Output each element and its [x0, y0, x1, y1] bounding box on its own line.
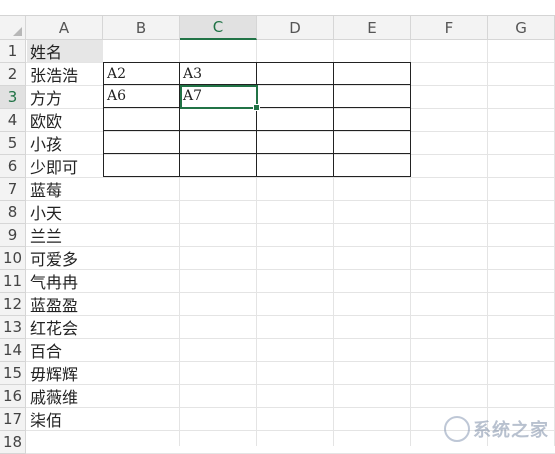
- fill-handle[interactable]: [253, 104, 260, 111]
- column-header-a[interactable]: A: [26, 16, 103, 40]
- cell-a3[interactable]: 方方: [27, 86, 62, 108]
- spreadsheet: ABCDEFG 1 2 3 4 5 6 7 8 9 10 11 12 13 14 15 16 17 18 姓名 张浩…: [0, 0, 555, 454]
- column-header-e[interactable]: E: [334, 16, 411, 40]
- column-header-d[interactable]: D: [257, 16, 334, 40]
- cell-d2[interactable]: [257, 62, 334, 85]
- gridline-horizontal: [26, 292, 555, 293]
- row-header-8[interactable]: 8: [0, 201, 26, 224]
- cell-c6[interactable]: [180, 154, 257, 177]
- gridline-horizontal: [26, 407, 555, 408]
- row-header-4[interactable]: 4: [0, 109, 26, 132]
- cell-a12[interactable]: 蓝盈盈: [27, 293, 78, 315]
- cell-b5[interactable]: [103, 131, 180, 154]
- cell-c5[interactable]: [180, 131, 257, 154]
- row-header-14[interactable]: 14: [0, 339, 26, 362]
- cell-a8[interactable]: 小天: [27, 201, 62, 223]
- row-header-11[interactable]: 11: [0, 270, 26, 293]
- cell-e5[interactable]: [334, 131, 411, 154]
- cell-a4[interactable]: 欧欧: [27, 109, 62, 131]
- row-header-5[interactable]: 5: [0, 132, 26, 155]
- cell-a5[interactable]: 小孩: [27, 132, 62, 154]
- row-header-1[interactable]: 1: [0, 40, 26, 63]
- cell-a14[interactable]: 百合: [27, 339, 62, 361]
- cell-a15[interactable]: 毋辉辉: [27, 362, 78, 384]
- cell-d6[interactable]: [257, 154, 334, 177]
- cell-a13[interactable]: 红花会: [27, 316, 78, 338]
- row-header-9[interactable]: 9: [0, 224, 26, 247]
- row-header-12[interactable]: 12: [0, 293, 26, 316]
- cell-b4[interactable]: [103, 108, 180, 131]
- cell-a9[interactable]: 兰兰: [27, 224, 62, 246]
- cell-a2[interactable]: 张浩浩: [27, 63, 78, 85]
- column-header-f[interactable]: F: [411, 16, 488, 40]
- cell-a11[interactable]: 气冉冉: [27, 270, 78, 292]
- gridline-horizontal: [26, 269, 555, 270]
- cell-a7[interactable]: 蓝莓: [27, 178, 62, 200]
- row-header-3[interactable]: 3: [0, 86, 26, 109]
- gridline-horizontal: [26, 177, 555, 178]
- cell-e4[interactable]: [334, 108, 411, 131]
- select-all-icon: [13, 27, 22, 36]
- row-header-10[interactable]: 10: [0, 247, 26, 270]
- cell-d3[interactable]: [257, 85, 334, 108]
- row-header-6[interactable]: 6: [0, 155, 26, 178]
- column-header-b[interactable]: B: [103, 16, 180, 40]
- row-header-17[interactable]: 17: [0, 408, 26, 431]
- cell-a17[interactable]: 柒佰: [27, 408, 62, 430]
- gridline-vertical: [487, 40, 488, 446]
- cell-e6[interactable]: [334, 154, 411, 177]
- cell-b3[interactable]: A6: [103, 85, 180, 108]
- cell-b6[interactable]: [103, 154, 180, 177]
- cell-e2[interactable]: [334, 62, 411, 85]
- selected-cell-c3[interactable]: [180, 85, 260, 111]
- column-header-c[interactable]: C: [180, 16, 257, 40]
- select-all-button[interactable]: [0, 16, 26, 40]
- watermark-logo-icon: [444, 416, 470, 442]
- gridline-horizontal: [26, 361, 555, 362]
- bordered-table: A2 A3 A6 A7: [103, 62, 411, 177]
- watermark: 系统之家: [444, 416, 549, 442]
- cell-a10[interactable]: 可爱多: [27, 247, 78, 269]
- row-header-13[interactable]: 13: [0, 316, 26, 339]
- row-header-16[interactable]: 16: [0, 385, 26, 408]
- gridline-horizontal: [26, 384, 555, 385]
- watermark-text: 系统之家: [473, 420, 549, 441]
- row-header-2[interactable]: 2: [0, 63, 26, 86]
- gridline-horizontal: [26, 200, 555, 201]
- gridline-horizontal: [26, 223, 555, 224]
- cell-a16[interactable]: 戚薇维: [27, 385, 78, 407]
- gridline-horizontal: [26, 338, 555, 339]
- gridline-horizontal: [26, 315, 555, 316]
- gridline-horizontal: [26, 246, 555, 247]
- cell-b2[interactable]: A2: [103, 62, 180, 85]
- column-header-g[interactable]: G: [488, 16, 555, 40]
- cell-d5[interactable]: [257, 131, 334, 154]
- row-header-18[interactable]: 18: [0, 431, 26, 454]
- cell-a1[interactable]: 姓名: [27, 40, 103, 62]
- cell-c2[interactable]: A3: [180, 62, 257, 85]
- row-header-15[interactable]: 15: [0, 362, 26, 385]
- cell-e3[interactable]: [334, 85, 411, 108]
- cell-c4[interactable]: [180, 108, 257, 131]
- cell-a6[interactable]: 少即可: [27, 155, 78, 177]
- row-header-7[interactable]: 7: [0, 178, 26, 201]
- cell-d4[interactable]: [257, 108, 334, 131]
- top-strip: [0, 0, 555, 16]
